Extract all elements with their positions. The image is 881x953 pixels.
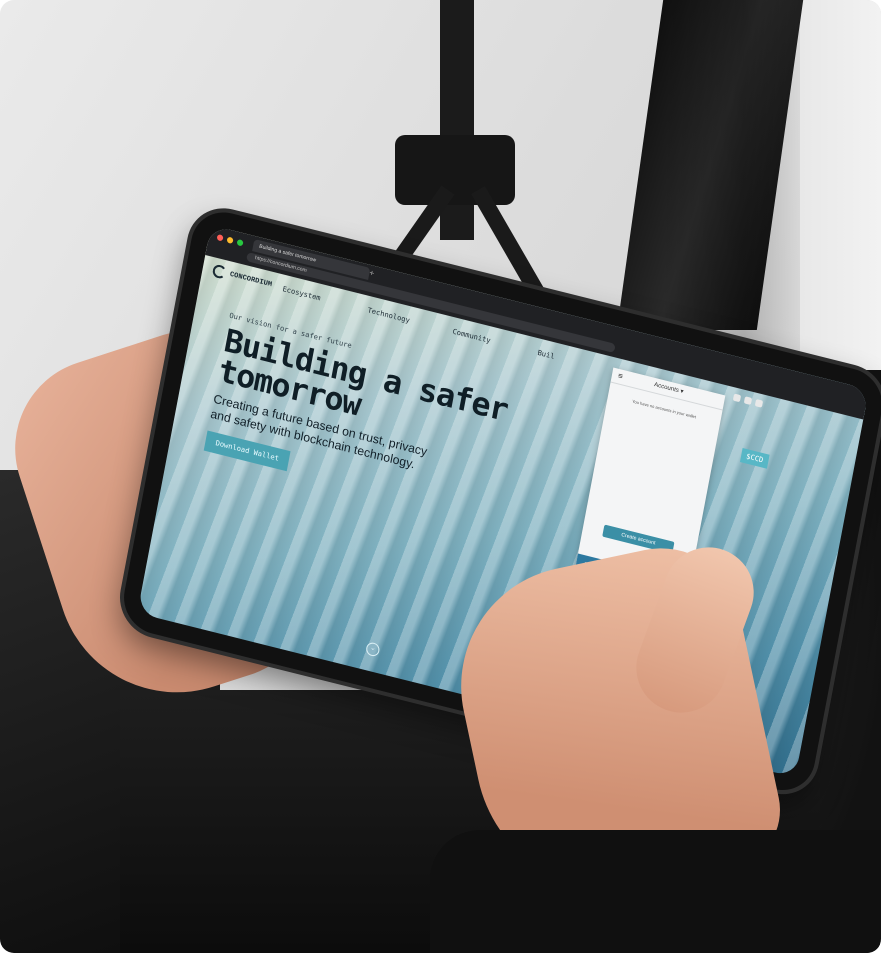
window-controls (216, 234, 244, 247)
close-dot[interactable] (216, 234, 224, 242)
photo-scene: Building a safer tomorrow + https://conc… (0, 0, 881, 953)
minimize-dot[interactable] (226, 236, 234, 244)
tripod-hub (395, 135, 515, 205)
plus-icon[interactable]: + (369, 268, 375, 278)
brand-name: CONCORDIUM (229, 270, 273, 289)
nav-build[interactable]: Buil (537, 349, 555, 361)
hamburger-icon[interactable]: ≡ (617, 371, 623, 381)
accounts-dropdown[interactable]: Accounts ▾ (653, 381, 684, 395)
person-sleeve (430, 830, 880, 953)
logo-icon (211, 263, 228, 280)
nav-ecosystem[interactable]: Ecosystem (282, 285, 321, 302)
nav-technology[interactable]: Technology (367, 306, 411, 325)
nav-community[interactable]: Community (452, 328, 491, 345)
maximize-dot[interactable] (236, 239, 244, 247)
